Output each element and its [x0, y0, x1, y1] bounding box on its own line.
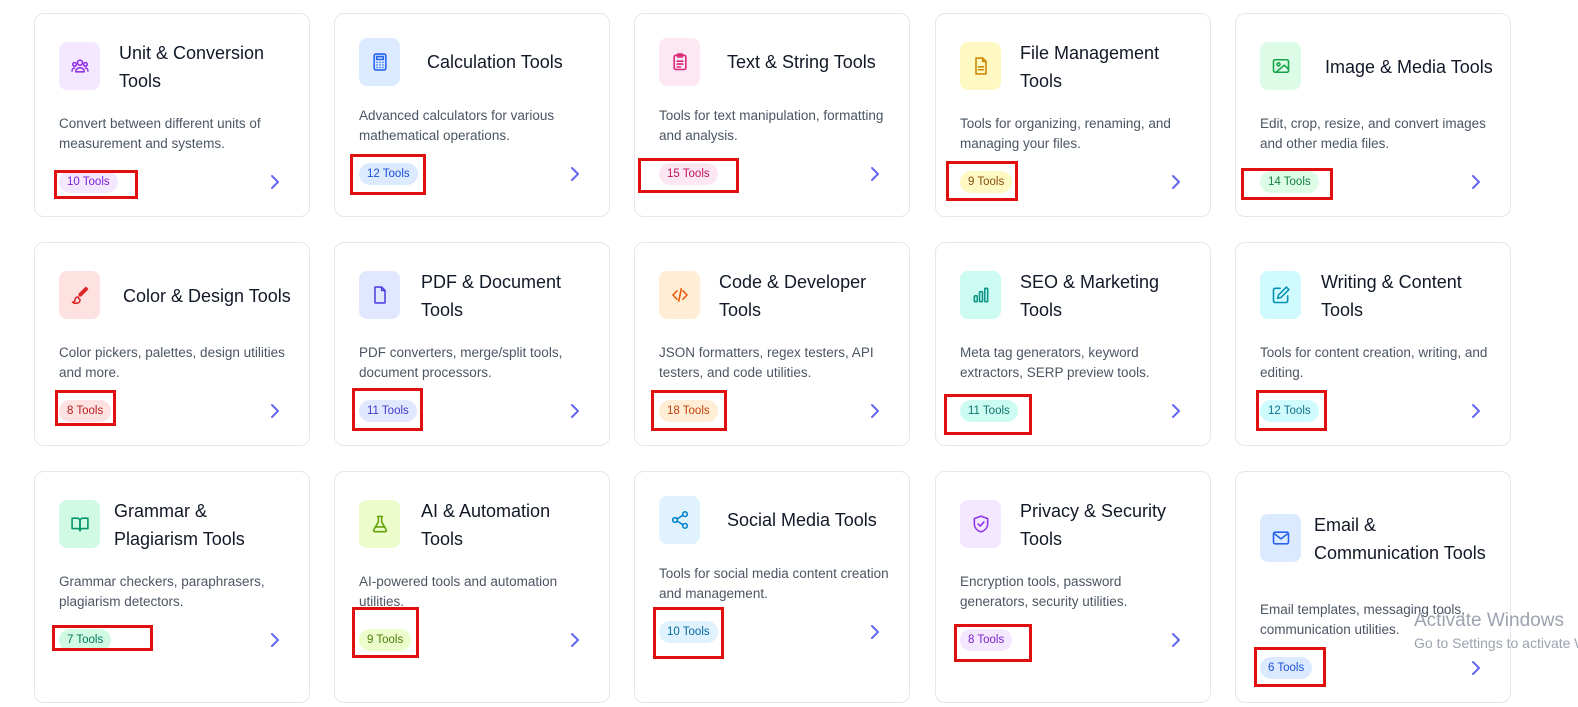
badge-highlight-box [352, 388, 423, 431]
badge-highlight-box [54, 170, 138, 199]
badge-highlight-box [350, 154, 426, 195]
badge-highlight-box [944, 394, 1032, 435]
card-title: Calculation Tools [427, 52, 563, 72]
chevron-right-icon[interactable] [1170, 632, 1182, 648]
code-icon [659, 271, 700, 319]
category-card-grammar-plagiarism[interactable]: Grammar & Plagiarism Tools Grammar check… [34, 471, 310, 703]
badge-highlight-box [1241, 168, 1333, 200]
card-title: PDF & Document Tools [421, 272, 562, 320]
book-icon [59, 500, 100, 548]
clipboard-icon [659, 38, 700, 86]
image-icon [1260, 42, 1301, 90]
chevron-right-icon[interactable] [269, 174, 281, 190]
card-title: Privacy & Security Tools [1020, 501, 1167, 549]
card-description: Grammar checkers, paraphrasers, plagiari… [59, 574, 265, 609]
badge-highlight-box [651, 390, 727, 431]
card-description: Convert between different units of measu… [59, 116, 261, 151]
badge-highlight-box [653, 607, 724, 659]
card-title: Color & Design Tools [123, 286, 291, 306]
brush-icon [59, 271, 100, 319]
badge-highlight-box [946, 161, 1018, 201]
flask-icon [359, 500, 400, 548]
card-title: Social Media Tools [727, 510, 877, 530]
card-description: PDF converters, merge/split tools, docum… [359, 345, 563, 380]
badge-highlight-box [55, 390, 116, 426]
chevron-right-icon[interactable] [869, 166, 881, 182]
badge-highlight-box [1254, 647, 1326, 687]
category-card-social-media[interactable]: Social Media Tools Tools for social medi… [634, 471, 910, 703]
card-description: Color pickers, palettes, design utilitie… [59, 345, 285, 380]
chevron-right-icon[interactable] [1470, 174, 1482, 190]
badge-highlight-box [954, 624, 1032, 662]
card-title: Email & Communication Tools [1314, 515, 1486, 563]
card-description: Tools for social media content creation … [659, 566, 889, 601]
badge-highlight-box [638, 158, 739, 193]
chevron-right-icon[interactable] [269, 632, 281, 648]
badge-highlight-box [352, 607, 419, 658]
card-title: Writing & Content Tools [1321, 272, 1462, 320]
card-title: AI & Automation Tools [421, 501, 551, 549]
card-title: File Management Tools [1020, 43, 1160, 91]
shield-check-icon [960, 500, 1001, 548]
badge-highlight-box [1256, 390, 1327, 431]
share-icon [659, 496, 700, 544]
chevron-right-icon[interactable] [1470, 660, 1482, 676]
chevron-right-icon[interactable] [269, 403, 281, 419]
chevron-right-icon[interactable] [569, 632, 581, 648]
badge-highlight-box [52, 625, 153, 651]
card-description: Tools for text manipulation, formatting … [659, 108, 884, 143]
chevron-right-icon[interactable] [569, 403, 581, 419]
document-icon [359, 271, 400, 319]
bar-chart-icon [960, 271, 1001, 319]
chevron-right-icon[interactable] [1170, 403, 1182, 419]
chevron-right-icon[interactable] [869, 624, 881, 640]
chevron-right-icon[interactable] [869, 403, 881, 419]
card-description: Advanced calculators for various mathema… [359, 108, 555, 143]
card-description: Meta tag generators, keyword extractors,… [960, 345, 1150, 380]
card-description: JSON formatters, regex testers, API test… [659, 345, 874, 380]
card-title: Text & String Tools [727, 52, 876, 72]
card-description: Tools for organizing, renaming, and mana… [960, 116, 1171, 151]
chevron-right-icon[interactable] [569, 166, 581, 182]
card-title: SEO & Marketing Tools [1020, 272, 1160, 320]
mail-icon [1260, 514, 1301, 562]
card-title: Unit & Conversion Tools [119, 43, 265, 91]
card-description: Tools for content creation, writing, and… [1260, 345, 1488, 380]
activate-windows-watermark: Activate Windows Go to Settings to activ… [1414, 610, 1578, 651]
file-icon [960, 42, 1001, 90]
category-card-privacy-security[interactable]: Privacy & Security Tools Encryption tool… [935, 471, 1211, 703]
card-description: Edit, crop, resize, and convert images a… [1260, 116, 1486, 151]
chevron-right-icon[interactable] [1470, 403, 1482, 419]
card-title: Grammar & Plagiarism Tools [114, 501, 245, 549]
users-icon [59, 42, 100, 90]
watermark-title: Activate Windows [1414, 610, 1564, 631]
edit-icon [1260, 271, 1301, 319]
watermark-subtitle: Go to Settings to activate Windows. [1414, 635, 1578, 651]
card-description: Encryption tools, password generators, s… [960, 574, 1128, 609]
card-title: Code & Developer Tools [719, 272, 867, 320]
calculator-icon [359, 38, 400, 86]
card-title: Image & Media Tools [1325, 57, 1493, 77]
card-description: AI-powered tools and automation utilitie… [359, 574, 558, 609]
category-card-ai-automation[interactable]: AI & Automation Tools AI-powered tools a… [334, 471, 610, 703]
chevron-right-icon[interactable] [1170, 174, 1182, 190]
